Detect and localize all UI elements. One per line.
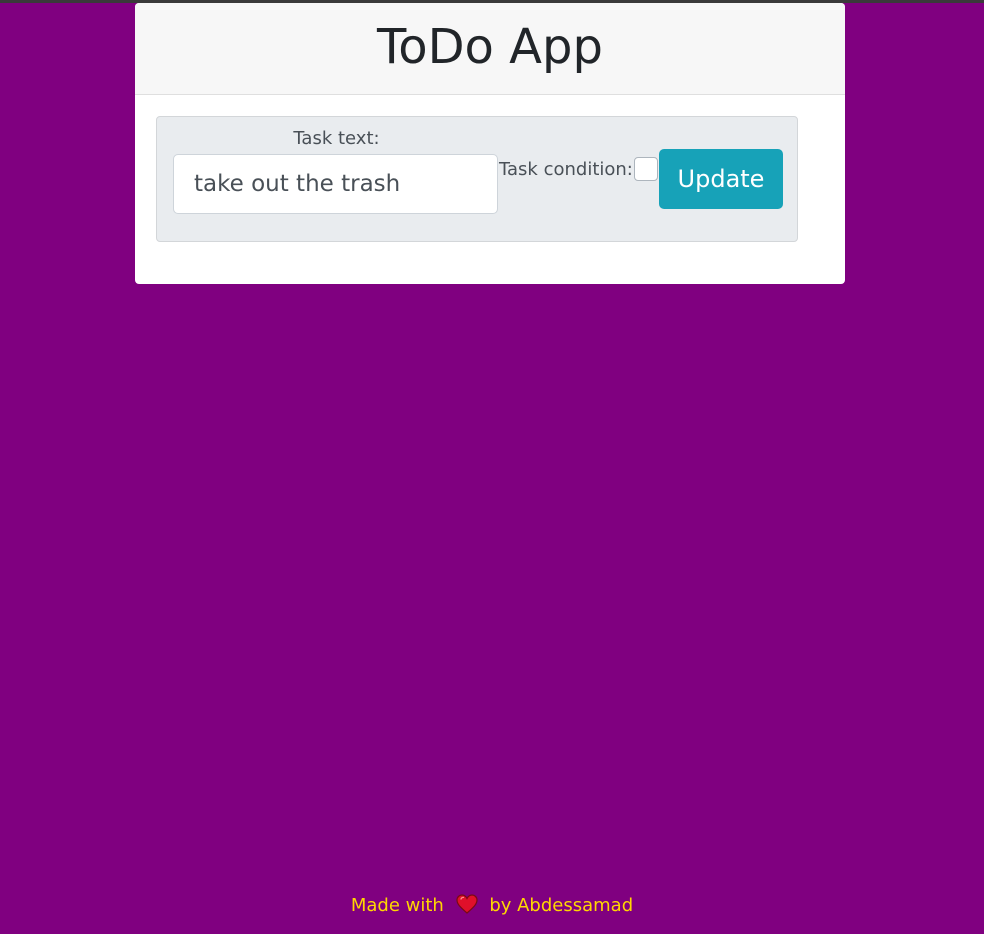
task-text-input[interactable] (173, 154, 498, 214)
card-header: ToDo App (135, 3, 845, 95)
todo-card: ToDo App Task text: Task condition: Upda… (135, 3, 845, 284)
update-button[interactable]: Update (659, 149, 783, 209)
footer-by-author: by Abdessamad (489, 895, 634, 916)
task-condition-checkbox[interactable] (634, 157, 658, 181)
footer-made-with: Made with (350, 895, 444, 916)
edit-task-form: Task text: Task condition: Update (156, 116, 798, 242)
page-title: ToDo App (377, 19, 603, 75)
task-text-label: Task text: (293, 128, 380, 149)
footer: Made with by Abdessamad (0, 892, 984, 923)
task-condition-label: Task condition: (499, 159, 633, 180)
heart-icon (455, 894, 478, 923)
